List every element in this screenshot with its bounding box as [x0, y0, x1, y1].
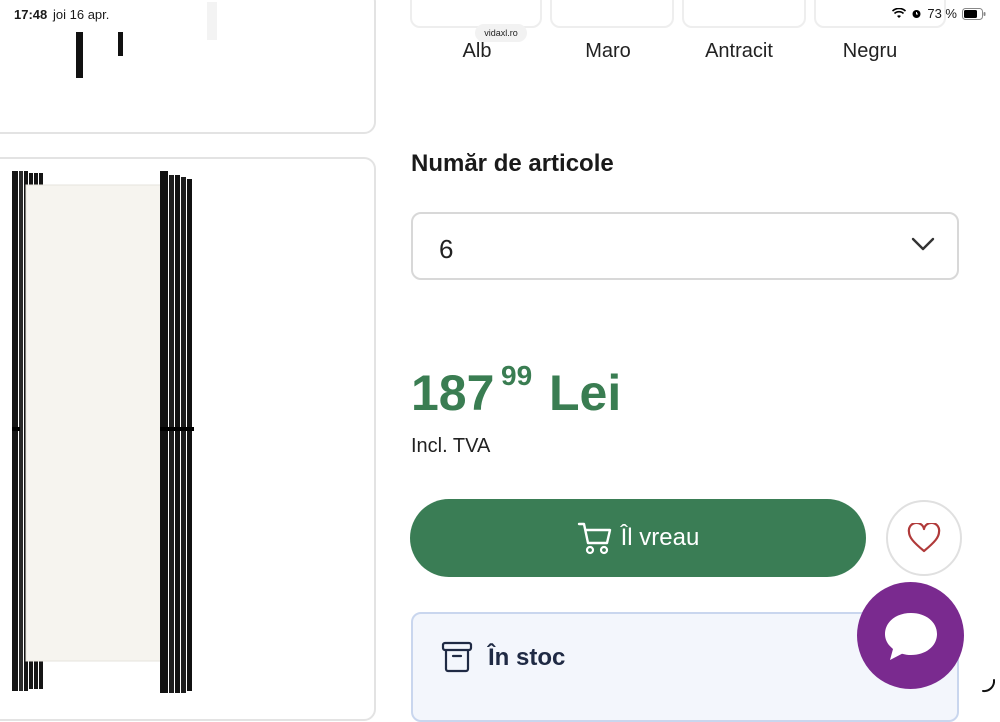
status-date: joi 16 apr.	[53, 7, 110, 22]
quantity-title: Număr de articole	[411, 150, 614, 177]
wishlist-button[interactable]	[886, 500, 962, 576]
box-icon	[441, 641, 473, 673]
battery-percent: 73 %	[927, 6, 957, 21]
cart-icon	[577, 522, 611, 555]
color-option-negru[interactable]: Negru	[810, 40, 930, 63]
add-to-cart-button[interactable]: Îl vreau	[410, 499, 866, 577]
vat-note: Incl. TVA	[411, 435, 491, 457]
chat-button[interactable]	[857, 582, 964, 689]
color-options: Alb Maro Antracit Negru	[411, 40, 963, 68]
status-indicators: 73 %	[892, 6, 986, 21]
add-to-cart-label: Îl vreau	[620, 524, 700, 551]
status-time: 17:48	[14, 7, 48, 22]
price-currency: Lei	[549, 365, 622, 421]
color-option-alb[interactable]: Alb	[417, 40, 537, 63]
battery-icon	[962, 7, 986, 20]
stock-label: În stoc	[488, 644, 566, 671]
loading-spinner-icon	[982, 679, 996, 693]
alarm-icon	[912, 10, 921, 18]
quantity-value: 6	[439, 234, 454, 264]
color-option-antracit[interactable]: Antracit	[679, 40, 799, 63]
wifi-icon	[892, 8, 907, 18]
price-integer: 187	[411, 365, 495, 421]
chat-bubble-icon	[884, 612, 937, 660]
chevron-down-icon	[911, 237, 935, 251]
product-image	[12, 171, 194, 693]
heart-icon	[907, 523, 941, 553]
product-image-card[interactable]	[0, 157, 376, 721]
quantity-select[interactable]: 6	[411, 212, 959, 280]
price-decimal: 99	[501, 360, 533, 391]
color-option-maro[interactable]: Maro	[548, 40, 668, 63]
url-pill[interactable]: vidaxl.ro	[475, 24, 527, 42]
